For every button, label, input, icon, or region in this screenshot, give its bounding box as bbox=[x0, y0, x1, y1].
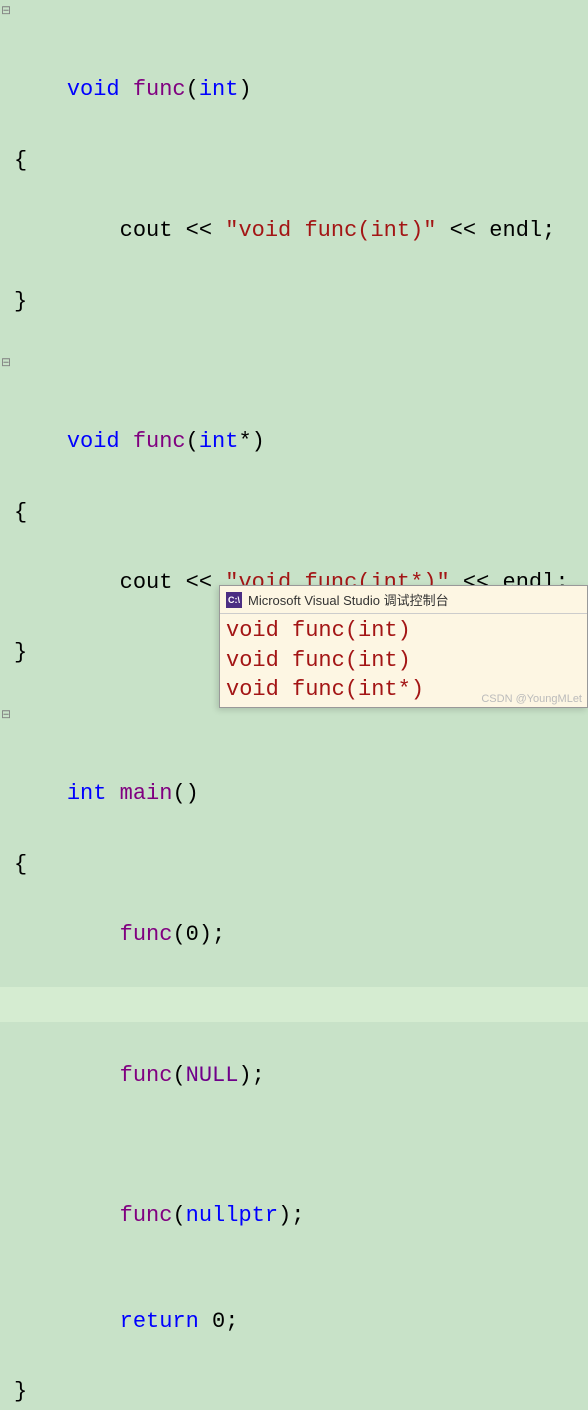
indent bbox=[67, 922, 120, 947]
operator: << bbox=[436, 218, 489, 243]
debug-console-window[interactable]: C:\ Microsoft Visual Studio 调试控制台 void f… bbox=[219, 585, 588, 708]
paren: ) bbox=[199, 922, 212, 947]
console-line: void func(int) bbox=[226, 646, 581, 676]
code-line: return 0; bbox=[0, 1269, 588, 1375]
type-keyword: int bbox=[199, 77, 239, 102]
fold-icon[interactable]: ⊟ bbox=[0, 354, 12, 373]
semicolon: ; bbox=[212, 922, 225, 947]
operator: << bbox=[172, 218, 225, 243]
paren: ( bbox=[172, 922, 185, 947]
semicolon: ; bbox=[291, 1203, 304, 1228]
nullptr-keyword: nullptr bbox=[186, 1203, 278, 1228]
code-line: ⊟ void func(int) bbox=[0, 2, 588, 143]
code-line: } bbox=[0, 284, 588, 319]
operator: << bbox=[172, 570, 225, 595]
indent bbox=[67, 1063, 120, 1088]
fold-icon[interactable]: ⊟ bbox=[0, 706, 12, 725]
indent bbox=[67, 1203, 120, 1228]
identifier: endl bbox=[489, 218, 542, 243]
function-call: func bbox=[120, 922, 173, 947]
blank-line bbox=[0, 319, 588, 354]
number-literal: 0 bbox=[186, 922, 199, 947]
indent bbox=[67, 218, 120, 243]
function-call: func bbox=[120, 1063, 173, 1088]
semicolon: ; bbox=[225, 1309, 238, 1334]
identifier: cout bbox=[120, 570, 173, 595]
paren: ( bbox=[186, 429, 199, 454]
console-titlebar[interactable]: C:\ Microsoft Visual Studio 调试控制台 bbox=[220, 586, 587, 614]
blank-line bbox=[0, 1128, 588, 1163]
indent bbox=[67, 1309, 120, 1334]
space bbox=[199, 1309, 212, 1334]
paren: ( bbox=[172, 1203, 185, 1228]
semicolon: ; bbox=[542, 218, 555, 243]
current-line bbox=[0, 987, 588, 1022]
indent bbox=[67, 570, 120, 595]
identifier: cout bbox=[120, 218, 173, 243]
code-line: func(0); bbox=[0, 882, 588, 988]
code-line: func(NULL); bbox=[0, 1022, 588, 1128]
number-literal: 0 bbox=[212, 1309, 225, 1334]
keyword: void bbox=[67, 429, 120, 454]
null-macro: NULL bbox=[186, 1063, 239, 1088]
pointer-symbol: * bbox=[238, 429, 251, 454]
paren: ) bbox=[252, 429, 265, 454]
function-call: func bbox=[120, 1203, 173, 1228]
function-name: func bbox=[120, 77, 186, 102]
code-line: { bbox=[0, 847, 588, 882]
keyword: void bbox=[67, 77, 120, 102]
code-line: { bbox=[0, 143, 588, 178]
watermark: CSDN @YoungMLet bbox=[481, 693, 582, 705]
paren: ( bbox=[186, 77, 199, 102]
paren: ) bbox=[238, 1063, 251, 1088]
paren: ) bbox=[238, 77, 251, 102]
keyword: int bbox=[67, 781, 107, 806]
code-line: { bbox=[0, 495, 588, 530]
paren: ( bbox=[172, 781, 185, 806]
type-keyword: int bbox=[199, 429, 239, 454]
code-line: } bbox=[0, 1374, 588, 1409]
code-line: cout << "void func(int)" << endl; bbox=[0, 178, 588, 284]
function-name: func bbox=[120, 429, 186, 454]
console-icon: C:\ bbox=[226, 592, 242, 608]
paren: ) bbox=[186, 781, 199, 806]
fold-icon[interactable]: ⊟ bbox=[0, 2, 12, 21]
paren: ) bbox=[278, 1203, 291, 1228]
string-literal: "void func(int)" bbox=[225, 218, 436, 243]
function-name: main bbox=[106, 781, 172, 806]
code-line: func(nullptr); bbox=[0, 1163, 588, 1269]
paren: ( bbox=[172, 1063, 185, 1088]
code-line: ⊟ int main() bbox=[0, 706, 588, 847]
code-line: ⊟ void func(int*) bbox=[0, 354, 588, 495]
console-title: Microsoft Visual Studio 调试控制台 bbox=[248, 590, 449, 609]
return-keyword: return bbox=[120, 1309, 199, 1334]
console-line: void func(int) bbox=[226, 616, 581, 646]
semicolon: ; bbox=[252, 1063, 265, 1088]
